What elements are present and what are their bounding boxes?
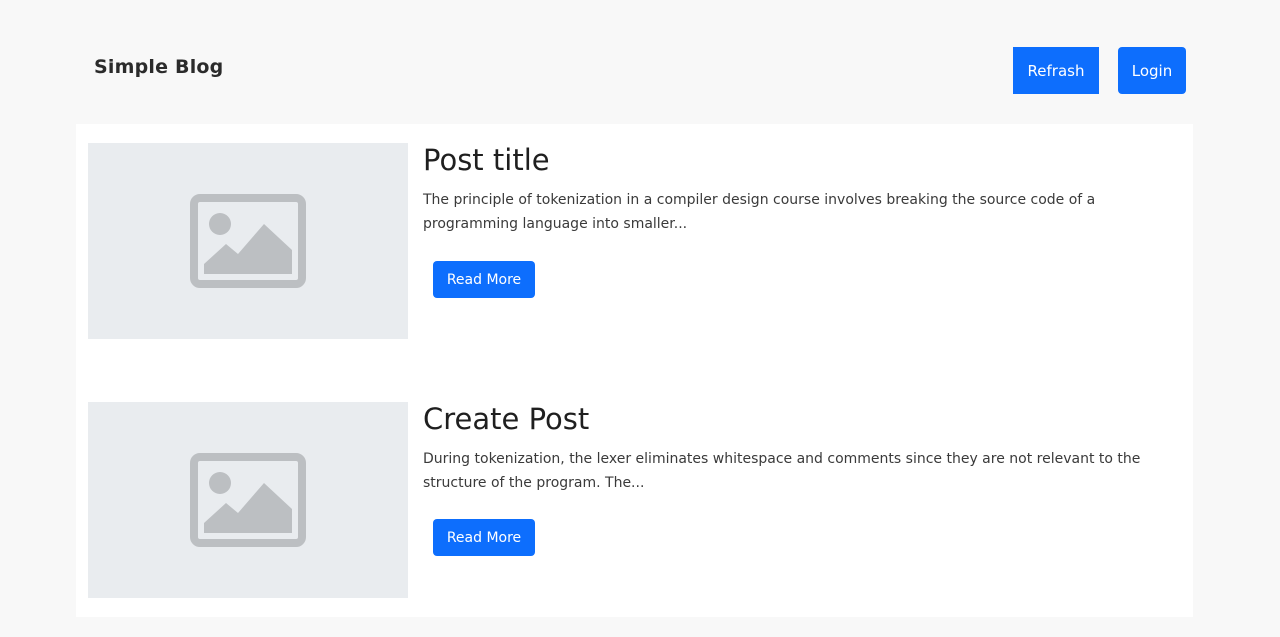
post-title: Create Post — [423, 402, 590, 436]
post-thumbnail — [88, 143, 408, 339]
posts-panel: Post title The principle of tokenization… — [76, 124, 1193, 617]
post-excerpt: During tokenization, the lexer eliminate… — [423, 451, 1141, 491]
post-card: Create Post During tokenization, the lex… — [76, 402, 1193, 598]
post-card: Post title The principle of tokenization… — [76, 143, 1193, 339]
image-placeholder-icon — [190, 453, 306, 547]
site-brand[interactable]: Simple Blog — [94, 56, 223, 78]
post-thumbnail — [88, 402, 408, 598]
image-placeholder-icon — [190, 194, 306, 288]
post-title: Post title — [423, 143, 550, 177]
refresh-button[interactable]: Refrash — [1013, 47, 1099, 94]
post-excerpt: The principle of tokenization in a compi… — [423, 192, 1096, 232]
read-more-button[interactable]: Read More — [433, 261, 535, 298]
read-more-button[interactable]: Read More — [433, 519, 535, 556]
login-button[interactable]: Login — [1118, 47, 1186, 94]
